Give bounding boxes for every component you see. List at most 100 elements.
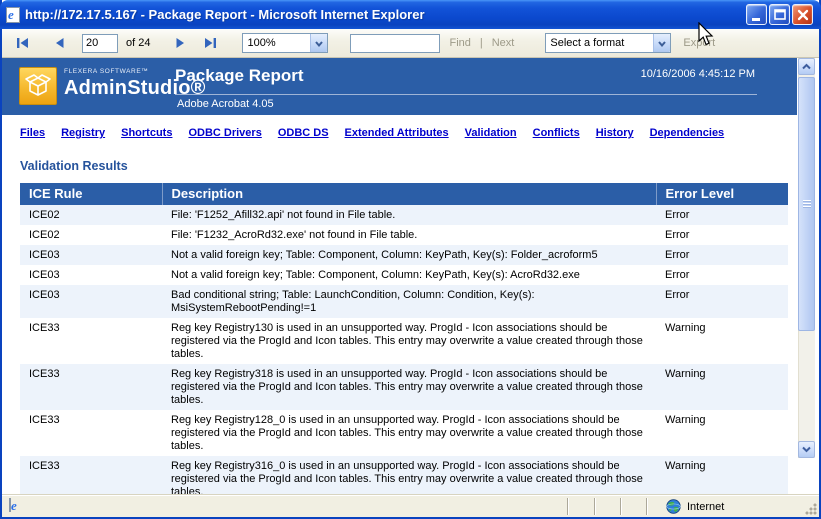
find-next-button[interactable]: Next <box>492 37 515 49</box>
globe-icon <box>666 499 681 514</box>
report-page: FLEXERA SOFTWARE™ AdminStudio® Package R… <box>2 58 797 494</box>
first-page-button[interactable] <box>12 33 32 53</box>
error-level-cell: Warning <box>656 318 788 364</box>
ice-rule-cell: ICE02 <box>20 205 162 225</box>
table-header-row: ICE Rule Description Error Level <box>20 183 788 205</box>
table-row: ICE02File: 'F1232_AcroRd32.exe' not foun… <box>20 225 788 245</box>
report-title: Package Report <box>175 66 304 86</box>
nav-link-extended-attributes[interactable]: Extended Attributes <box>345 127 449 139</box>
ice-rule-cell: ICE33 <box>20 410 162 456</box>
nav-link-history[interactable]: History <box>596 127 634 139</box>
zoom-select-value: 100% <box>247 37 275 49</box>
error-level-cell: Error <box>656 205 788 225</box>
window-controls <box>746 4 813 25</box>
nav-link-dependencies[interactable]: Dependencies <box>650 127 725 139</box>
scroll-down-button[interactable] <box>798 441 815 458</box>
find-button[interactable]: Find <box>449 37 470 49</box>
ice-rule-cell: ICE02 <box>20 225 162 245</box>
description-cell: File: 'F1252_Afill32.api' not found in F… <box>162 205 656 225</box>
package-name: Adobe Acrobat 4.05 <box>177 98 274 110</box>
status-bar: Internet <box>2 494 819 517</box>
description-cell: Reg key Registry128_0 is used in an unsu… <box>162 410 656 456</box>
error-level-cell: Warning <box>656 364 788 410</box>
adminstudio-logo-icon <box>19 67 57 105</box>
table-row: ICE33Reg key Registry316_0 is used in an… <box>20 456 788 494</box>
header-divider <box>175 94 757 95</box>
error-level-cell: Warning <box>656 410 788 456</box>
ie-page-icon <box>9 498 11 512</box>
description-cell: Not a valid foreign key; Table: Componen… <box>162 265 656 285</box>
zone-label: Internet <box>687 501 724 513</box>
previous-page-button[interactable] <box>50 33 70 53</box>
validation-results-table: ICE Rule Description Error Level ICE02Fi… <box>20 183 788 494</box>
table-row: ICE33Reg key Registry318 is used in an u… <box>20 364 788 410</box>
window-title: http://172.17.5.167 - Package Report - M… <box>25 7 746 22</box>
report-timestamp: 10/16/2006 4:45:12 PM <box>641 68 755 80</box>
maximize-button[interactable] <box>769 4 790 25</box>
statusbar-separator <box>620 498 622 515</box>
last-page-button[interactable] <box>200 33 220 53</box>
close-button[interactable] <box>792 4 813 25</box>
nav-link-validation[interactable]: Validation <box>465 127 517 139</box>
nav-link-conflicts[interactable]: Conflicts <box>533 127 580 139</box>
description-cell: Reg key Registry316_0 is used in an unsu… <box>162 456 656 494</box>
scrollbar-thumb[interactable] <box>798 77 815 331</box>
chevron-down-icon[interactable] <box>310 34 327 52</box>
title-bar[interactable]: http://172.17.5.167 - Package Report - M… <box>0 0 821 29</box>
description-cell: Reg key Registry318 is used in an unsupp… <box>162 364 656 410</box>
page-number-input[interactable] <box>82 34 118 53</box>
nav-link-odbc-ds[interactable]: ODBC DS <box>278 127 329 139</box>
next-page-button[interactable] <box>170 33 190 53</box>
report-section-nav: Files Registry Shortcuts ODBC Drivers ODBC D… <box>2 115 797 147</box>
table-row: ICE03Bad conditional string; Table: Laun… <box>20 285 788 318</box>
browser-viewport: FLEXERA SOFTWARE™ AdminStudio® Package R… <box>2 58 819 494</box>
ice-rule-cell: ICE33 <box>20 318 162 364</box>
error-level-cell: Error <box>656 245 788 265</box>
statusbar-separator <box>594 498 596 515</box>
report-header-banner: FLEXERA SOFTWARE™ AdminStudio® Package R… <box>2 58 797 115</box>
export-format-select[interactable]: Select a format <box>545 33 671 53</box>
export-format-value: Select a format <box>550 37 624 49</box>
chevron-down-icon[interactable] <box>653 34 670 52</box>
nav-link-odbc-drivers[interactable]: ODBC Drivers <box>188 127 261 139</box>
security-zone: Internet <box>666 499 724 514</box>
browser-window: http://172.17.5.167 - Package Report - M… <box>0 0 821 519</box>
description-cell: File: 'F1232_AcroRd32.exe' not found in … <box>162 225 656 245</box>
zoom-select[interactable]: 100% <box>242 33 328 53</box>
statusbar-separator <box>567 498 569 515</box>
ie-page-icon <box>6 7 20 23</box>
error-level-cell: Warning <box>656 456 788 494</box>
ice-rule-cell: ICE03 <box>20 245 162 265</box>
find-text-input[interactable] <box>350 34 440 53</box>
scrollbar-grip <box>803 200 811 208</box>
table-row: ICE03Not a valid foreign key; Table: Com… <box>20 265 788 285</box>
description-cell: Bad conditional string; Table: LaunchCon… <box>162 285 656 318</box>
vertical-scrollbar[interactable] <box>798 58 815 458</box>
ice-rule-cell: ICE33 <box>20 456 162 494</box>
scroll-up-button[interactable] <box>798 58 815 75</box>
table-row: ICE33Reg key Registry130 is used in an u… <box>20 318 788 364</box>
table-row: ICE33Reg key Registry128_0 is used in an… <box>20 410 788 456</box>
table-row: ICE03Not a valid foreign key; Table: Com… <box>20 245 788 265</box>
table-row: ICE02File: 'F1252_Afill32.api' not found… <box>20 205 788 225</box>
error-level-cell: Error <box>656 285 788 318</box>
ice-rule-cell: ICE03 <box>20 285 162 318</box>
minimize-button[interactable] <box>746 4 767 25</box>
error-level-cell: Error <box>656 225 788 245</box>
page-count-label: of 24 <box>126 37 150 49</box>
nav-link-shortcuts[interactable]: Shortcuts <box>121 127 172 139</box>
find-next-separator: | <box>480 37 483 49</box>
section-title: Validation Results <box>2 147 797 183</box>
description-cell: Reg key Registry130 is used in an unsupp… <box>162 318 656 364</box>
ice-rule-column-header: ICE Rule <box>20 183 162 205</box>
error-level-cell: Error <box>656 265 788 285</box>
description-column-header: Description <box>162 183 656 205</box>
nav-link-registry[interactable]: Registry <box>61 127 105 139</box>
nav-link-files[interactable]: Files <box>20 127 45 139</box>
report-toolbar: of 24 100% Find | Next Select a format E… <box>2 29 819 58</box>
ice-rule-cell: ICE33 <box>20 364 162 410</box>
resize-grip[interactable] <box>804 502 817 515</box>
ice-rule-cell: ICE03 <box>20 265 162 285</box>
statusbar-separator <box>646 498 648 515</box>
export-button[interactable]: Export <box>683 37 715 49</box>
